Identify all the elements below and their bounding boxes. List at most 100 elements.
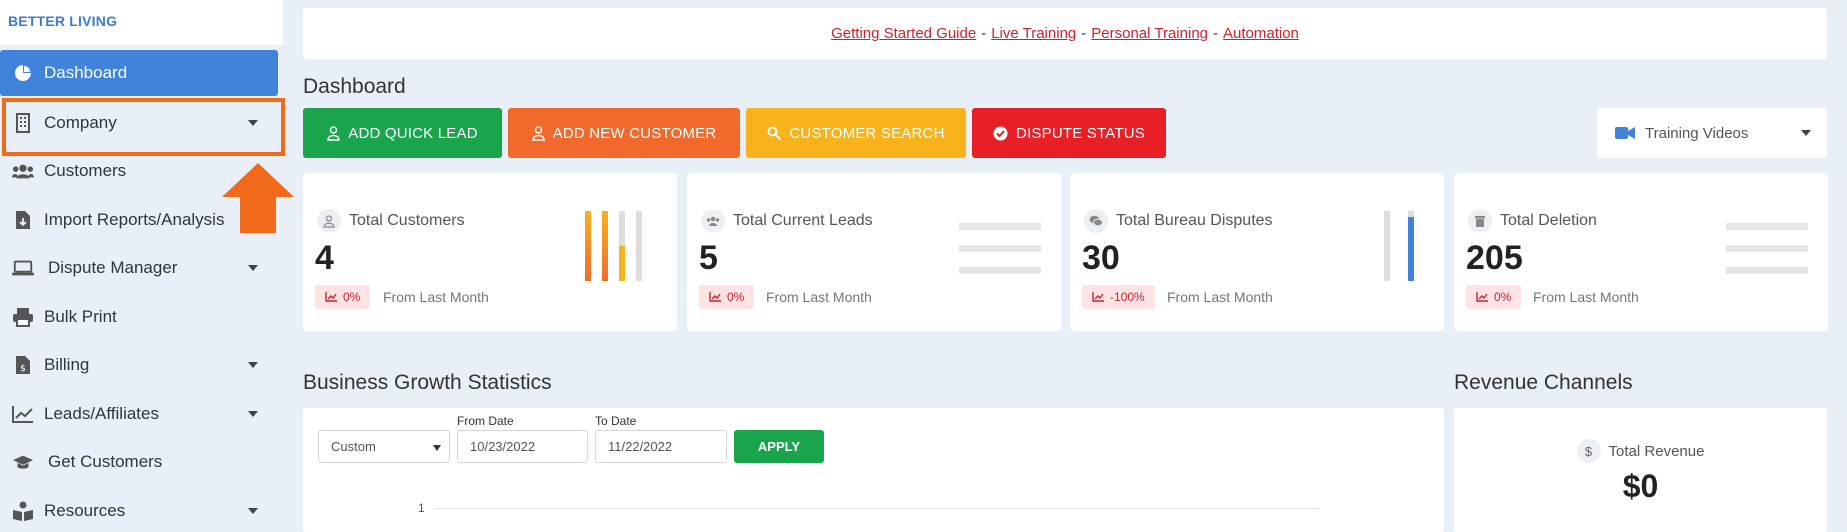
from-date-input[interactable]: 10/23/2022 <box>457 430 588 463</box>
chevron-down-icon <box>1801 130 1811 136</box>
sidebar-item-bulk-print[interactable]: Bulk Print <box>0 294 278 340</box>
trash-icon <box>1468 209 1492 233</box>
link-separator: - <box>1213 25 1218 42</box>
button-label: ADD QUICK LEAD <box>348 124 478 142</box>
users-icon <box>12 160 34 182</box>
sidebar-item-dispute-manager[interactable]: Dispute Manager <box>0 245 278 291</box>
stat-value: 5 <box>699 239 718 277</box>
laptop-icon <box>12 257 34 279</box>
button-label: CUSTOMER SEARCH <box>789 124 945 142</box>
link-separator: - <box>981 25 987 42</box>
business-growth-title: Business Growth Statistics <box>303 371 552 394</box>
stat-label: Total Bureau Disputes <box>1116 212 1273 229</box>
sidebar-item-label: Dashboard <box>44 63 128 82</box>
customer-search-button[interactable]: CUSTOMER SEARCH <box>746 108 966 158</box>
user-icon <box>327 125 341 141</box>
users-icon <box>701 209 725 233</box>
from-last-month: From Last Month <box>1533 289 1639 305</box>
stat-value: 30 <box>1082 239 1120 277</box>
sidebar-item-label: Dispute Manager <box>48 258 178 277</box>
getting-started-link[interactable]: Getting Started Guide <box>831 25 976 42</box>
stat-card-total-customers: Total Customers 4 0% From Last Month <box>303 173 677 331</box>
automation-link[interactable]: Automation <box>1223 25 1299 42</box>
add-new-customer-button[interactable]: ADD NEW CUSTOMER <box>508 108 740 158</box>
caret-down-icon <box>433 445 441 451</box>
stat-value: 205 <box>1466 239 1523 277</box>
change-badge: 0% <box>315 285 371 309</box>
svg-text:$: $ <box>20 364 26 374</box>
trend-icon <box>709 292 721 302</box>
graduation-cap-icon <box>12 451 34 473</box>
sparkline-bars <box>585 211 642 281</box>
chevron-down-icon <box>248 265 258 271</box>
sidebar-item-label: Get Customers <box>48 452 163 471</box>
sidebar-item-label: Resources <box>44 501 126 520</box>
sidebar-item-label: Bulk Print <box>44 307 117 326</box>
range-select[interactable]: Custom <box>318 430 450 463</box>
sidebar-item-billing[interactable]: $ Billing <box>0 342 278 388</box>
dispute-status-button[interactable]: DISPUTE STATUS <box>972 108 1166 158</box>
page-title: Dashboard <box>303 75 406 98</box>
change-badge: -100% <box>1082 285 1155 309</box>
from-last-month: From Last Month <box>383 289 489 305</box>
to-date-input[interactable]: 11/22/2022 <box>595 430 727 463</box>
sidebar-item-leads-affiliates[interactable]: Leads/Affiliates <box>0 391 278 437</box>
total-revenue-label-row: $ Total Revenue <box>1454 439 1827 463</box>
training-videos-select[interactable]: Training Videos <box>1597 108 1827 158</box>
trend-icon <box>1092 292 1104 302</box>
chart-line-icon <box>12 403 34 425</box>
total-revenue-value: $0 <box>1622 468 1659 504</box>
to-date-label: To Date <box>595 414 637 428</box>
invoice-icon: $ <box>12 354 34 376</box>
stat-card-total-current-leads: Total Current Leads 5 0% From Last Month <box>687 173 1061 331</box>
video-camera-icon <box>1615 126 1635 140</box>
trend-icon <box>1476 292 1488 302</box>
change-value: 0% <box>1494 290 1512 304</box>
sidebar-item-label: Leads/Affiliates <box>44 404 159 423</box>
apply-button[interactable]: APPLY <box>734 430 824 463</box>
revenue-panel: $ Total Revenue $0 <box>1454 408 1827 532</box>
sidebar-item-label: Import Reports/Analysis <box>44 210 225 229</box>
change-value: 0% <box>343 290 361 304</box>
sidebar-item-label: Customers <box>44 161 127 180</box>
personal-training-link[interactable]: Personal Training <box>1091 25 1208 42</box>
check-circle-icon <box>993 126 1008 141</box>
stat-label: Total Deletion <box>1500 212 1597 229</box>
printer-icon <box>12 306 34 328</box>
y-axis-tick: 1 <box>418 501 425 515</box>
stat-card-total-deletion: Total Deletion 205 0% From Last Month <box>1454 173 1828 331</box>
sidebar-item-get-customers[interactable]: Get Customers <box>0 439 278 485</box>
sidebar-item-resources[interactable]: Resources <box>0 488 278 532</box>
sidebar: BETTER LIVING Dashboard Company Customer… <box>0 0 283 532</box>
sparkline-hbars <box>959 223 1041 274</box>
stat-label: Total Current Leads <box>733 212 873 229</box>
from-date-label: From Date <box>457 414 514 428</box>
sidebar-item-dashboard[interactable]: Dashboard <box>0 50 278 96</box>
live-training-link[interactable]: Live Training <box>991 25 1076 42</box>
trend-icon <box>325 292 337 302</box>
arrow-up-icon <box>222 163 294 233</box>
change-value: -100% <box>1110 290 1145 304</box>
add-quick-lead-button[interactable]: ADD QUICK LEAD <box>303 108 502 158</box>
sparkline-bars <box>1384 211 1414 281</box>
comments-icon <box>1084 209 1108 233</box>
button-label: ADD NEW CUSTOMER <box>552 124 717 142</box>
book-reader-icon <box>12 500 34 522</box>
select-value: Training Videos <box>1645 124 1749 142</box>
brand-logo: BETTER LIVING <box>0 0 283 45</box>
help-links-bar: Getting Started Guide - Live Training - … <box>303 8 1827 59</box>
chart-pie-icon <box>12 62 34 84</box>
dollar-icon: $ <box>1576 439 1601 463</box>
total-revenue-label: Total Revenue <box>1608 442 1705 460</box>
change-value: 0% <box>727 290 745 304</box>
file-import-icon <box>12 209 34 231</box>
stat-card-total-bureau-disputes: Total Bureau Disputes 30 -100% From Last… <box>1070 173 1444 331</box>
stat-value: 4 <box>315 239 334 277</box>
revenue-channels-title: Revenue Channels <box>1454 371 1633 394</box>
change-badge: 0% <box>1466 285 1522 309</box>
user-icon <box>531 125 545 141</box>
search-icon <box>767 126 782 140</box>
change-badge: 0% <box>699 285 755 309</box>
sidebar-item-label: Billing <box>44 355 90 374</box>
select-value: Custom <box>331 439 376 454</box>
